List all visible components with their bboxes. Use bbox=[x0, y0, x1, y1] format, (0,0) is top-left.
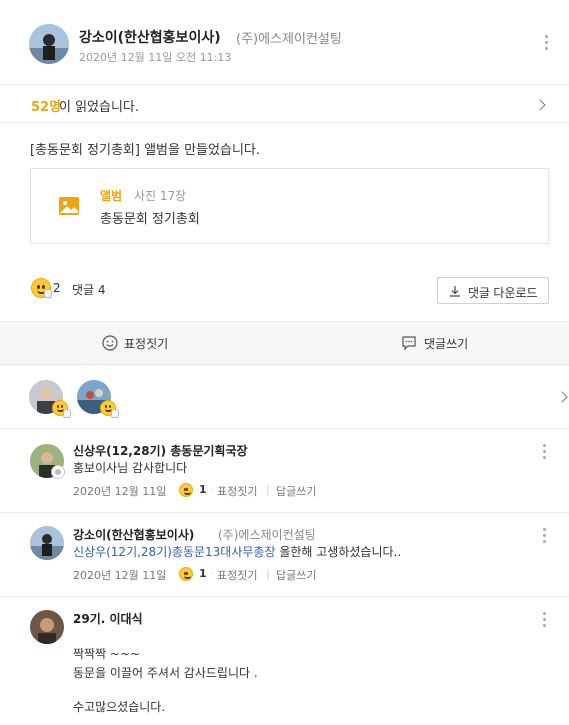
comment-more-icon[interactable] bbox=[537, 610, 553, 630]
action-bar: 표정짓기 댓글쓰기 bbox=[0, 321, 569, 365]
comment-author[interactable]: 29기. 이대식 bbox=[73, 610, 143, 627]
react-button[interactable]: 표정짓기 bbox=[90, 322, 200, 364]
comment-company: (주)에스제이컨설팅 bbox=[218, 528, 316, 542]
react-label: 표정짓기 bbox=[124, 337, 169, 351]
author-company: (주)에스제이컨설팅 bbox=[236, 32, 342, 47]
readers-count: 52명 bbox=[31, 100, 62, 115]
post-stats: 2 댓글 4 댓글 다운로드 bbox=[0, 270, 569, 306]
reactors-row bbox=[0, 366, 569, 428]
comment-more-icon[interactable] bbox=[537, 526, 553, 546]
image-icon bbox=[59, 197, 79, 215]
smile-emoji-icon[interactable] bbox=[179, 483, 193, 497]
divider bbox=[0, 84, 569, 85]
comment-mention[interactable]: 신상우(12기,28기)총동문13대사무총장 bbox=[73, 545, 276, 559]
comment-author[interactable]: 강소이(한산협홍보이사) bbox=[73, 526, 194, 543]
separator: | bbox=[266, 483, 270, 496]
hand-icon bbox=[111, 409, 119, 418]
separator: · bbox=[210, 483, 214, 496]
album-title: 총동문회 정기총회 bbox=[100, 212, 200, 227]
readers-row[interactable]: 52명 이 읽었습니다. bbox=[0, 88, 569, 120]
comment-icon bbox=[402, 336, 416, 351]
post-header: 강소이(한산협홍보이사) (주)에스제이컨설팅 2020년 12월 11일 오전… bbox=[0, 0, 569, 82]
comment-text: 신상우(12기,28기)총동문13대사무총장 올한해 고생하셨습니다.. bbox=[73, 543, 401, 561]
chevron-right-icon[interactable] bbox=[556, 391, 568, 403]
comment-line: 짝짝짝 ~~~ bbox=[73, 647, 141, 661]
separator: · bbox=[210, 567, 214, 580]
comment-meta: 2020년 12월 11일 1 · 표정짓기 | 답글쓰기 bbox=[73, 483, 373, 499]
post-date: 2020년 12월 11일 오전 11:13 bbox=[79, 51, 232, 64]
download-label: 댓글 다운로드 bbox=[468, 286, 538, 300]
divider bbox=[0, 122, 569, 123]
download-icon bbox=[450, 286, 460, 297]
comment-date: 2020년 12월 11일 bbox=[73, 485, 167, 498]
reply-link[interactable]: 답글쓰기 bbox=[276, 567, 316, 583]
comment-item: 강소이(한산협홍보이사) (주)에스제이컨설팅 신상우(12기,28기)총동문1… bbox=[0, 513, 569, 597]
author-name[interactable]: 강소이(한산협홍보이사) bbox=[79, 27, 221, 47]
comment-line: 동문을 이끌어 주셔서 감사드립니다 . bbox=[73, 666, 258, 680]
comment-avatar-photo bbox=[30, 610, 64, 644]
smile-emoji-icon[interactable] bbox=[179, 567, 193, 581]
comment-avatar[interactable] bbox=[30, 610, 64, 644]
comment-item: 신상우(12,28기) 총동문기획국장 홍보이사님 감사합니다 2020년 12… bbox=[0, 429, 569, 513]
reaction-badge-icon bbox=[51, 465, 65, 479]
comment-text-body: 올한해 고생하셨습니다.. bbox=[275, 545, 402, 559]
album-photo-count: 사진 17장 bbox=[134, 189, 187, 203]
comment-meta: 2020년 12월 11일 1 · 표정짓기 | 답글쓰기 bbox=[73, 567, 373, 583]
write-comment-button[interactable]: 댓글쓰기 bbox=[390, 322, 500, 364]
smile-icon bbox=[102, 335, 118, 351]
comment-more-icon[interactable] bbox=[537, 442, 553, 462]
post-more-icon[interactable] bbox=[539, 33, 555, 53]
album-type-label: 앨범 bbox=[100, 189, 123, 203]
comment-avatar-photo bbox=[30, 526, 64, 560]
write-comment-label: 댓글쓰기 bbox=[424, 337, 469, 351]
comment-line: 수고많으셨습니다. bbox=[73, 700, 166, 714]
comment-avatar[interactable] bbox=[30, 526, 64, 560]
comment-text: 홍보이사님 감사합니다 bbox=[73, 461, 188, 475]
comment-count[interactable]: 댓글 4 bbox=[72, 281, 106, 298]
post-body: [총동문회 정기총회] 앨범을 만들었습니다. bbox=[30, 143, 260, 158]
hand-icon bbox=[63, 409, 71, 418]
separator: | bbox=[266, 567, 270, 580]
reaction-count[interactable]: 2 bbox=[53, 281, 61, 295]
album-card[interactable]: 앨범 사진 17장 총동문회 정기총회 bbox=[30, 168, 549, 244]
comment-reaction-count[interactable]: 1 bbox=[199, 483, 207, 496]
download-comments-button[interactable]: 댓글 다운로드 bbox=[437, 277, 549, 304]
chevron-right-icon bbox=[534, 99, 546, 111]
comment-date: 2020년 12월 11일 bbox=[73, 569, 167, 582]
author-avatar[interactable] bbox=[29, 24, 69, 64]
comment-item: 29기. 이대식 짝짝짝 ~~~ 동문을 이끌어 주셔서 감사드립니다 . 수고… bbox=[0, 597, 569, 725]
comment-react-link[interactable]: 표정짓기 bbox=[217, 483, 257, 499]
readers-text: 이 읽었습니다. bbox=[59, 100, 140, 115]
reply-link[interactable]: 답글쓰기 bbox=[276, 483, 316, 499]
comment-author[interactable]: 신상우(12,28기) 총동문기획국장 bbox=[73, 442, 248, 459]
hand-icon bbox=[44, 289, 52, 298]
author-avatar-photo bbox=[29, 24, 69, 64]
comment-reaction-count[interactable]: 1 bbox=[199, 567, 207, 580]
comment-react-link[interactable]: 표정짓기 bbox=[217, 567, 257, 583]
